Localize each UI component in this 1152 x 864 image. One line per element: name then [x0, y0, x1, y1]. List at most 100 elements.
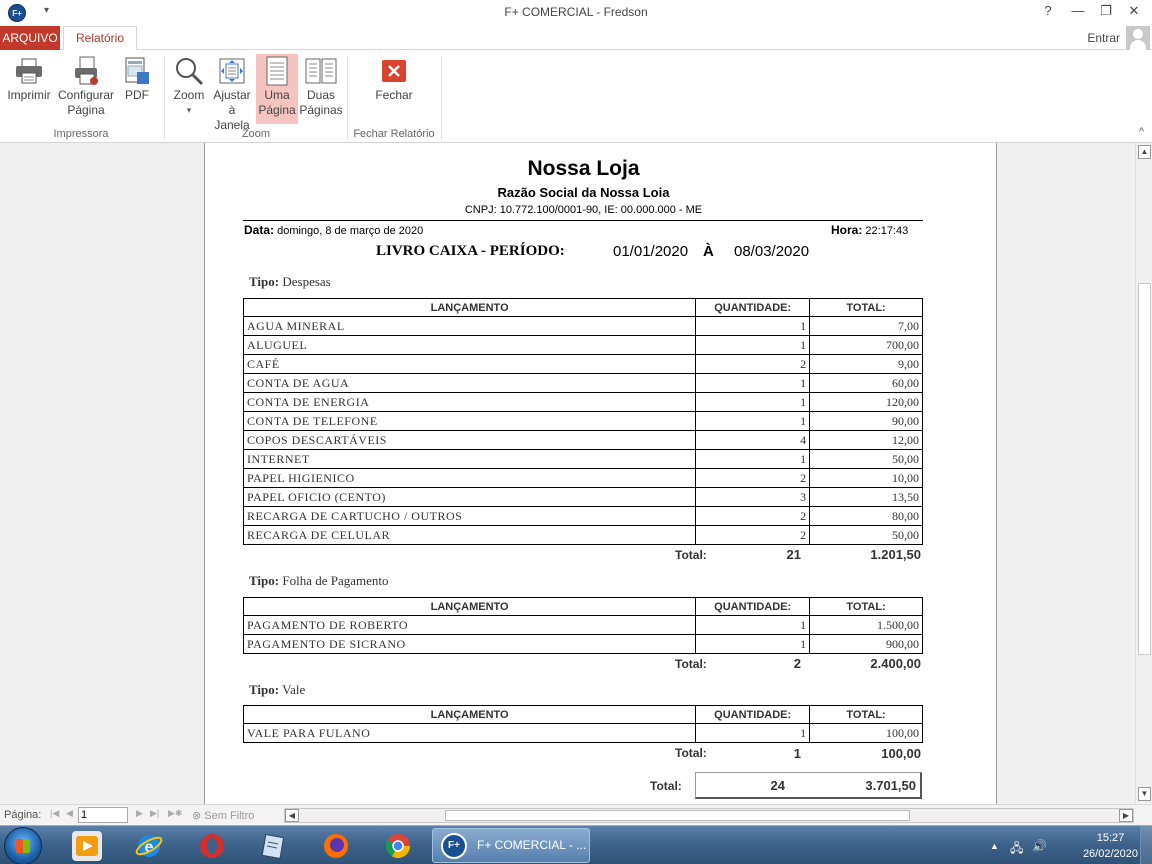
- subtotal-value: 100,00: [881, 746, 921, 761]
- fplus-app-icon: F+: [441, 833, 467, 859]
- scroll-right-icon[interactable]: ▶: [1119, 809, 1133, 822]
- internet-explorer-icon[interactable]: e: [134, 831, 164, 861]
- print-button[interactable]: Imprimir: [4, 54, 54, 103]
- group-type-despesas: Tipo: Despesas: [249, 274, 331, 290]
- cell-total: 60,00: [809, 373, 923, 393]
- close-button[interactable]: ✕: [1120, 3, 1148, 19]
- cell-qty: 2: [695, 506, 811, 526]
- horizontal-scrollbar[interactable]: ◀ ▶: [284, 808, 1134, 823]
- subtotal-label: Total:: [675, 657, 707, 671]
- table-row: CONTA DE TELEFONE 1 90,00: [242, 411, 923, 431]
- period-separator: À: [703, 243, 714, 260]
- time-value: 22:17:43: [865, 225, 909, 237]
- next-page-icon[interactable]: ▶: [136, 808, 143, 819]
- cell-total: 100,00: [809, 723, 923, 743]
- column-header-lancamento: LANÇAMENTO: [242, 597, 697, 616]
- scroll-left-icon[interactable]: ◀: [285, 809, 299, 822]
- tray-expand-icon[interactable]: ▲: [990, 841, 999, 851]
- cell-qty: 2: [695, 354, 811, 374]
- opera-icon[interactable]: [197, 831, 227, 861]
- prev-page-icon[interactable]: ◀: [66, 808, 73, 819]
- notepad-icon[interactable]: [258, 831, 288, 861]
- media-player-icon[interactable]: [72, 831, 102, 861]
- last-page-icon[interactable]: ▶|: [150, 808, 159, 819]
- first-page-icon[interactable]: |◀: [50, 808, 59, 819]
- cnpj-line: CNPJ: 10.772.100/0001-90, IE: 00.000.000…: [464, 204, 703, 216]
- network-icon[interactable]: 🖧: [1010, 839, 1023, 860]
- pdf-button[interactable]: PDF: [120, 54, 154, 103]
- volume-icon[interactable]: 🔊: [1032, 839, 1047, 853]
- ribbon: Imprimir Configurar Página PDF Impressor…: [0, 50, 1152, 143]
- minimize-button[interactable]: —: [1064, 3, 1092, 18]
- show-desktop-button[interactable]: [1140, 826, 1152, 864]
- sign-in-link[interactable]: Entrar: [1087, 31, 1120, 45]
- report-preview-area[interactable]: Nossa Loja Razão Social da Nossa Loia CN…: [0, 143, 1135, 804]
- new-record-icon[interactable]: ▶✱: [168, 808, 182, 819]
- vertical-scroll-thumb[interactable]: [1138, 283, 1151, 655]
- tab-relatorio[interactable]: Relatório: [63, 26, 137, 51]
- scroll-down-icon[interactable]: ▼: [1138, 787, 1151, 801]
- scroll-up-icon[interactable]: ▲: [1138, 145, 1151, 159]
- grand-total-label: Total:: [650, 779, 682, 793]
- table-row: PAPEL HIGIENICO 2 10,00: [242, 468, 923, 488]
- cell-desc: PAPEL OFICIO (CENTO): [242, 487, 697, 507]
- page-setup-button[interactable]: Configurar Página: [56, 54, 116, 118]
- cell-qty: 1: [695, 449, 811, 469]
- table-row: CONTA DE AGUA 1 60,00: [242, 373, 923, 393]
- page-number-input[interactable]: 1: [78, 807, 128, 823]
- cell-desc: CONTA DE ENERGIA: [242, 392, 697, 412]
- cell-desc: CAFÉ: [242, 354, 697, 374]
- clock-time: 15:27: [1096, 832, 1125, 844]
- restore-button[interactable]: ❐: [1092, 3, 1120, 19]
- type-label: Tipo:: [249, 573, 280, 588]
- column-header-quantidade: QUANTIDADE:: [695, 705, 811, 724]
- column-header-lancamento: LANÇAMENTO: [242, 298, 697, 317]
- user-avatar-icon[interactable]: [1126, 26, 1150, 50]
- column-header-quantidade: QUANTIDADE:: [695, 298, 811, 317]
- pdf-label: PDF: [125, 88, 149, 102]
- firefox-icon[interactable]: [321, 831, 351, 861]
- start-button[interactable]: [4, 827, 42, 864]
- table-row: CONTA DE ENERGIA 1 120,00: [242, 392, 923, 412]
- taskbar-app-fcomercial[interactable]: F+ F+ COMERCIAL - ...: [432, 828, 590, 863]
- grand-total-value: 3.701,50: [865, 778, 916, 793]
- clock[interactable]: 15:27 26/02/2020: [1083, 830, 1138, 862]
- cell-total: 80,00: [809, 506, 923, 526]
- cell-desc: COPOS DESCARTÁVEIS: [242, 430, 697, 450]
- table-row: PAPEL OFICIO (CENTO) 3 13,50: [242, 487, 923, 507]
- table-row: CAFÉ 2 9,00: [242, 354, 923, 374]
- one-page-button[interactable]: Uma Página: [256, 54, 298, 124]
- type-label: Tipo:: [249, 682, 280, 697]
- cell-desc: PAGAMENTO DE ROBERTO: [242, 615, 697, 635]
- one-page-label-2: Página: [258, 103, 296, 117]
- cell-total: 50,00: [809, 449, 923, 469]
- cell-total: 10,00: [809, 468, 923, 488]
- fit-window-button[interactable]: Ajustar à Janela: [210, 54, 254, 133]
- grand-total-qty: 24: [770, 778, 785, 793]
- horizontal-scroll-thumb[interactable]: [445, 810, 910, 821]
- collapse-ribbon-icon[interactable]: ^: [1139, 126, 1144, 138]
- close-report-button[interactable]: Fechar: [372, 54, 416, 103]
- tab-arquivo[interactable]: ARQUIVO: [0, 26, 60, 50]
- window-title: F+ COMERCIAL - Fredson: [504, 5, 648, 19]
- magnifier-icon: [170, 54, 208, 88]
- zoom-button[interactable]: Zoom ▾: [170, 54, 208, 118]
- help-button[interactable]: ?: [1034, 3, 1062, 18]
- record-navigation-bar: Página: |◀ ◀ 1 ▶ ▶| ▶✱ ⊗ Sem Filtro ◀ ▶: [0, 804, 1152, 825]
- table-row: INTERNET 1 50,00: [242, 449, 923, 469]
- two-pages-button[interactable]: Duas Páginas: [299, 54, 343, 118]
- column-header-lancamento: LANÇAMENTO: [242, 705, 697, 724]
- close-report-icon: [372, 54, 416, 88]
- two-pages-label-1: Duas: [306, 88, 335, 102]
- one-page-icon: [256, 54, 298, 88]
- table-row: PAGAMENTO DE ROBERTO 1 1.500,00: [242, 615, 923, 635]
- subtotal-value: 2.400,00: [870, 656, 921, 671]
- cell-total: 13,50: [809, 487, 923, 507]
- table-row: PAGAMENTO DE SICRANO 1 900,00: [242, 634, 923, 654]
- chrome-icon[interactable]: [383, 831, 413, 861]
- vertical-scrollbar[interactable]: ▲ ▼: [1135, 143, 1152, 804]
- filter-toggle[interactable]: ⊗ Sem Filtro: [192, 809, 254, 822]
- fit-window-icon: [210, 54, 254, 88]
- fit-window-label-1: Ajustar: [213, 88, 251, 102]
- group-divider: [164, 56, 165, 140]
